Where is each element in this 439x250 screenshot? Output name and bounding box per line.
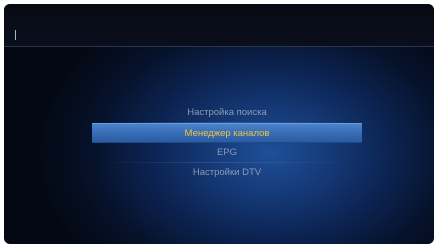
top-bar	[4, 4, 434, 46]
text-cursor	[15, 30, 16, 40]
menu-item-label: Настройка поиска	[187, 107, 267, 118]
menu-item-label: EPG	[216, 147, 238, 158]
menu-item-label: Менеджер каналов	[184, 128, 270, 139]
tv-screen: Настройка поиска Менеджер каналов EPG На…	[4, 4, 434, 244]
menu-item-dtv-settings[interactable]: Настройки DTV	[92, 163, 362, 183]
dtv-menu: Настройка поиска Менеджер каналов EPG На…	[92, 103, 362, 183]
menu-item-channel-manager[interactable]: Менеджер каналов	[92, 123, 362, 143]
menu-item-label: Настройки DTV	[192, 167, 262, 178]
menu-item-epg[interactable]: EPG	[92, 143, 362, 163]
menu-item-search-settings[interactable]: Настройка поиска	[92, 103, 362, 123]
top-bar-divider	[4, 46, 434, 47]
